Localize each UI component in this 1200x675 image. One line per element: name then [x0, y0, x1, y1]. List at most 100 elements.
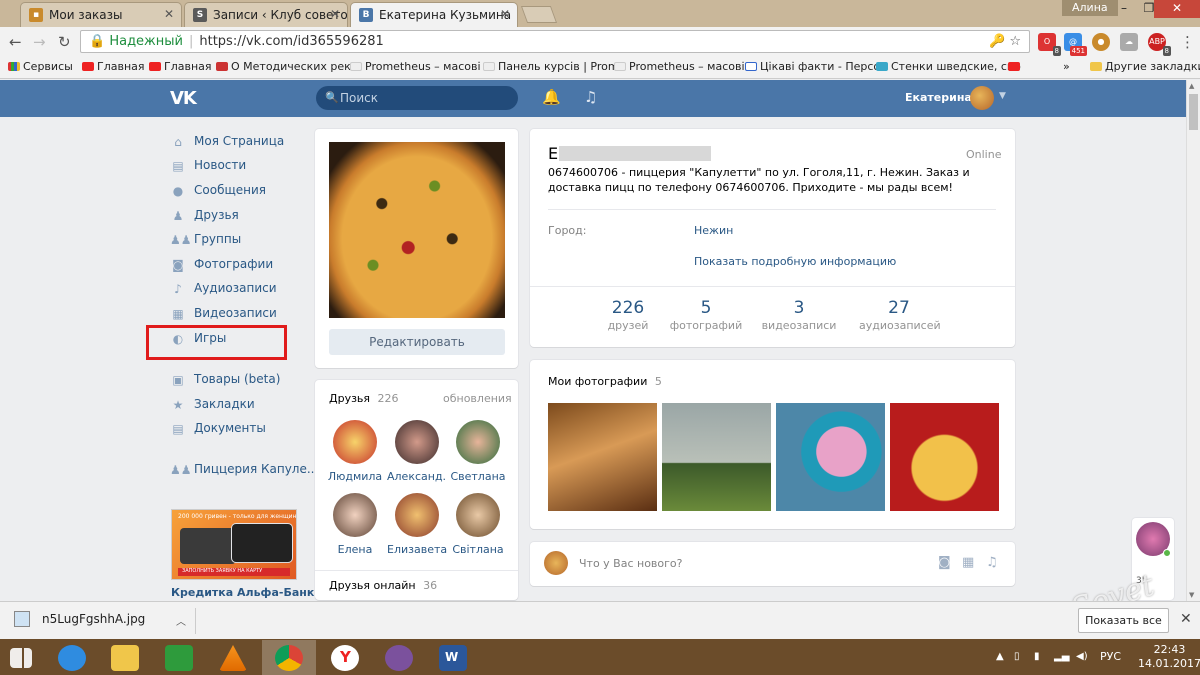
taskbar-store[interactable]: [152, 640, 206, 675]
menu-icon[interactable]: ⋮: [1180, 33, 1195, 51]
show-details-link[interactable]: Показать подробную информацию: [694, 255, 896, 268]
bookmark-item[interactable]: Цікаві факти - Персо: [745, 60, 880, 73]
photo-thumb[interactable]: [776, 403, 885, 511]
bookmark-item[interactable]: Prometheus – масові: [614, 60, 745, 73]
updates-link[interactable]: обновления: [443, 392, 512, 405]
scroll-down-icon[interactable]: ▼: [1189, 591, 1194, 599]
city-link[interactable]: Нежин: [694, 224, 733, 237]
network-icon[interactable]: ▮: [1034, 651, 1040, 662]
close-icon[interactable]: ✕: [164, 7, 174, 21]
key-icon[interactable]: 🔑: [989, 34, 1005, 49]
close-icon[interactable]: ✕: [1180, 611, 1192, 627]
taskbar-viber[interactable]: [372, 640, 426, 675]
menu-audio[interactable]: ♪ Аудиозаписи: [170, 281, 276, 301]
bookmark-item[interactable]: Главная: [149, 60, 212, 73]
menu-messages[interactable]: ● Сообщения: [170, 183, 266, 203]
cookie-extension-icon[interactable]: ●: [1092, 33, 1110, 51]
camera-icon[interactable]: ◙: [938, 555, 951, 570]
menu-video[interactable]: ▦ Видеозаписи: [170, 306, 277, 326]
taskbar-word[interactable]: W: [426, 640, 480, 675]
counter-audio[interactable]: 27 аудиозаписей: [859, 298, 941, 332]
menu-news[interactable]: ▤ Новости: [170, 158, 246, 178]
bookmark-item[interactable]: Prometheus – масові: [350, 60, 481, 73]
cloud-extension-icon[interactable]: ☁: [1120, 33, 1138, 51]
photo-thumb[interactable]: [548, 403, 657, 511]
profile-photo[interactable]: [329, 142, 505, 318]
friends-header[interactable]: Друзья 226: [329, 392, 399, 405]
music-icon[interactable]: ♫: [986, 555, 998, 570]
ad-title[interactable]: Кредитка Альфа-Банк: [171, 586, 314, 599]
bell-icon[interactable]: 🔔: [542, 88, 561, 106]
tab-my-orders[interactable]: ▪ Мои заказы ✕: [20, 2, 182, 27]
mail-extension-icon[interactable]: @451: [1064, 33, 1087, 56]
tab-vk-profile[interactable]: B Екатерина Кузьмина ✕: [350, 2, 518, 27]
friend-item[interactable]: Александ..: [387, 420, 447, 483]
menu-photos[interactable]: ◙ Фотографии: [170, 257, 273, 277]
show-all-button[interactable]: Показать все: [1078, 608, 1169, 633]
bookmark-services[interactable]: Сервисы: [8, 60, 73, 73]
signal-icon[interactable]: ▂▄: [1054, 651, 1069, 662]
friend-item[interactable]: Светлана: [448, 420, 508, 483]
taskbar-yandex[interactable]: Y: [318, 640, 372, 675]
more-bookmarks-icon[interactable]: »: [1063, 60, 1070, 73]
tab-club-sovetov[interactable]: S Записи ‹ Клуб советов ✕: [184, 2, 348, 27]
minimize-icon[interactable]: –: [1110, 0, 1138, 18]
search-input[interactable]: 🔍 Поиск: [316, 86, 518, 110]
reload-icon[interactable]: ↻: [58, 33, 71, 51]
opera-extension-icon[interactable]: O8: [1038, 33, 1061, 56]
chevron-up-icon[interactable]: ︿: [176, 613, 186, 628]
ad-banner[interactable]: 200 000 гривен - только для женщин ЗАПОЛ…: [171, 509, 297, 580]
friend-item[interactable]: Елена: [325, 493, 385, 556]
menu-goods[interactable]: ▣ Товары (beta): [170, 372, 280, 392]
counter-photos[interactable]: 5 фотографий: [666, 298, 746, 332]
taskbar-chrome[interactable]: [262, 640, 316, 675]
friends-online-header[interactable]: Друзья онлайн 36: [329, 579, 437, 592]
new-tab-button[interactable]: [520, 6, 558, 23]
friend-item[interactable]: Світлана: [448, 493, 508, 556]
adblock-extension-icon[interactable]: ABP 8: [1148, 33, 1171, 56]
friend-item[interactable]: Людмила: [325, 420, 385, 483]
friend-item[interactable]: Елизавета: [387, 493, 447, 556]
close-icon[interactable]: ✕: [330, 7, 340, 21]
menu-bookmarks[interactable]: ★ Закладки: [170, 397, 255, 417]
menu-groups[interactable]: ♟♟ Группы: [170, 232, 241, 252]
counter-friends[interactable]: 226 друзей: [588, 298, 668, 332]
scroll-up-icon[interactable]: ▲: [1189, 82, 1194, 90]
counter-videos[interactable]: 3 видеозаписи: [759, 298, 839, 332]
taskbar-ie[interactable]: [45, 640, 99, 675]
menu-group-pizzeria[interactable]: ♟♟ Пиццерия Капуле..: [170, 462, 315, 482]
bookmark-item[interactable]: Стенки шведские, спо: [876, 60, 1021, 73]
scroll-thumb[interactable]: [1189, 94, 1198, 130]
menu-documents[interactable]: ▤ Документы: [170, 421, 265, 441]
video-icon[interactable]: ▦: [962, 555, 974, 570]
taskbar-explorer[interactable]: [98, 640, 152, 675]
clock[interactable]: 22:43 14.01.2017: [1138, 643, 1200, 671]
bookmark-item[interactable]: О Методических рек: [216, 60, 351, 73]
vk-logo[interactable]: VK: [170, 88, 197, 109]
post-input[interactable]: Что у Вас нового?: [579, 557, 683, 570]
photos-header[interactable]: Мои фотографии 5: [548, 375, 662, 388]
bookmark-item[interactable]: Панель курсів | Prom: [483, 60, 619, 73]
address-bar[interactable]: 🔒 Надежный | https://vk.com/id365596281 🔑 …: [80, 30, 1030, 53]
bookmark-item[interactable]: Главная: [82, 60, 145, 73]
tray-arrow-icon[interactable]: ▲: [996, 651, 1004, 662]
volume-icon[interactable]: ◀): [1076, 651, 1088, 662]
bookmark-star-icon[interactable]: ☆: [1009, 34, 1021, 49]
chevron-down-icon[interactable]: ▼: [999, 91, 1006, 101]
other-bookmarks[interactable]: Другие закладки: [1090, 60, 1200, 73]
user-name[interactable]: Екатерина: [905, 91, 972, 104]
forward-icon[interactable]: →: [33, 33, 46, 51]
avatar[interactable]: [970, 86, 994, 110]
photo-thumb[interactable]: [662, 403, 771, 511]
language-indicator[interactable]: РУС: [1100, 650, 1121, 663]
window-close-icon[interactable]: ✕: [1154, 0, 1200, 18]
menu-my-page[interactable]: ⌂ Моя Страница: [170, 134, 284, 154]
back-icon[interactable]: ←: [9, 33, 22, 51]
page-scrollbar[interactable]: ▲ ▼: [1186, 80, 1200, 601]
music-icon[interactable]: ♫: [584, 88, 597, 106]
download-item[interactable]: n5LugFgshhA.jpg: [14, 611, 145, 627]
battery-icon[interactable]: ▯: [1014, 651, 1020, 662]
photo-thumb[interactable]: [890, 403, 999, 511]
close-icon[interactable]: ✕: [500, 7, 510, 21]
edit-button[interactable]: Редактировать: [329, 329, 505, 355]
